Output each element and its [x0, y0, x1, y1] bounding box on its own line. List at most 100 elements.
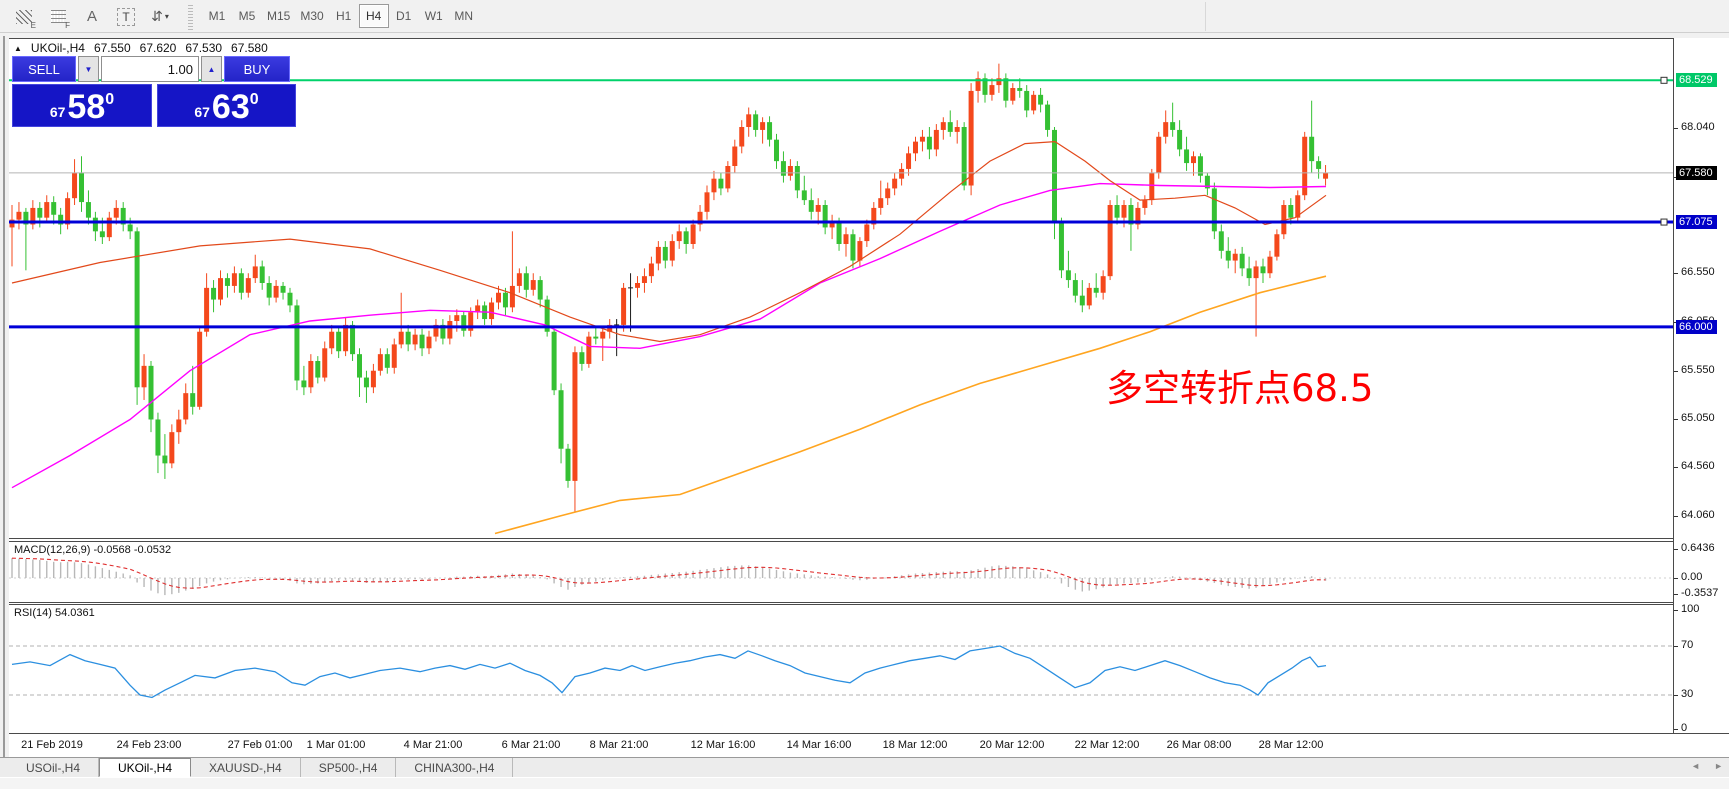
time-axis-label: 24 Feb 23:00 [117, 739, 182, 751]
chart-tab-usoilh4[interactable]: USOil-,H4 [8, 758, 99, 777]
price-axis-label-64.060: 64.060 [1681, 509, 1715, 521]
timeframe-button-m15[interactable]: M15 [262, 4, 295, 28]
time-axis-label: 26 Mar 08:00 [1167, 739, 1232, 751]
price-axis-label-65.050: 65.050 [1681, 412, 1715, 424]
chart-tab-bar: USOil-,H4UKOil-,H4XAUUSD-,H4SP500-,H4CHI… [0, 757, 1729, 777]
macd-axis-label-0.00-tick [1674, 578, 1678, 579]
macd-axis-label-0.6436-tick [1674, 549, 1678, 550]
macd-axis-label--0.3537: -0.3537 [1681, 587, 1718, 599]
rsi-indicator-canvas[interactable] [9, 605, 1673, 733]
chart-annotation[interactable]: 多空转折点68.5 [1106, 358, 1373, 412]
chart-tab-xauusdh4[interactable]: XAUUSD-,H4 [191, 758, 301, 777]
time-axis-label: 1 Mar 01:00 [307, 739, 366, 751]
price-axis-label-68.040: 68.040 [1681, 121, 1715, 133]
buy-price-prefix: 67 [194, 104, 210, 120]
time-axis-label: 21 Feb 2019 [21, 739, 83, 751]
one-click-trading-widget: SELL ▼ ▲ BUY 67 58 0 67 63 0 [12, 56, 296, 127]
timeframe-button-d1[interactable]: D1 [389, 4, 419, 28]
macd-label: MACD(12,26,9) -0.0568 -0.0532 [14, 544, 171, 556]
chart-symbol-label: UKOil-,H4 [31, 41, 85, 55]
timeframe-button-h4[interactable]: H4 [359, 4, 389, 28]
time-axis-label: 22 Mar 12:00 [1075, 739, 1140, 751]
sell-price-prefix: 67 [50, 104, 66, 120]
price-axis-label-65.550-tick [1674, 371, 1678, 372]
timeframe-toolbar: M1M5M15M30H1H4D1W1MN [202, 4, 479, 28]
price-axis-label-68.040-tick [1674, 128, 1678, 129]
time-axis-label: 4 Mar 21:00 [404, 739, 463, 751]
time-axis-label: 28 Mar 12:00 [1259, 739, 1324, 751]
time-axis-label: 12 Mar 16:00 [691, 739, 756, 751]
buy-price-big: 63 [212, 91, 250, 123]
tab-scroll-right-icon[interactable]: ► [1714, 761, 1723, 771]
price-axis-label-65.050-tick [1674, 419, 1678, 420]
time-axis-label: 18 Mar 12:00 [883, 739, 948, 751]
buy-button[interactable]: BUY [224, 56, 290, 82]
ohlc-open: 67.550 [94, 41, 131, 55]
level-price-badge-66.000: 66.000 [1676, 320, 1717, 334]
macd-axis-label-0.00: 0.00 [1681, 571, 1702, 583]
chart-tab-china300h4[interactable]: CHINA300-,H4 [396, 758, 513, 777]
timeframe-button-w1[interactable]: W1 [419, 4, 449, 28]
rsi-axis-label-30: 30 [1681, 688, 1693, 700]
macd-axis-label--0.3537-tick [1674, 594, 1678, 595]
trading-app-window: E F A T ⇵▾ M1M5M15M30H1H4D1W1MN 68.040 67… [0, 0, 1729, 789]
sell-button[interactable]: SELL [12, 56, 76, 82]
price-axis-label-64.060-tick [1674, 516, 1678, 517]
price-axis-label-66.550-tick [1674, 273, 1678, 274]
ohlc-close: 67.580 [231, 41, 268, 55]
time-axis[interactable]: 21 Feb 2019 24 Feb 23:00 27 Feb 01:00 1 Mar… [9, 734, 1729, 757]
timeframe-button-mn[interactable]: MN [449, 4, 479, 28]
price-axis[interactable]: 68.04067.54066.55066.05065.55065.05064.5… [1673, 38, 1729, 733]
macd-indicator-canvas[interactable] [9, 542, 1673, 602]
time-axis-label: 14 Mar 16:00 [787, 739, 852, 751]
chart-window-left-border [3, 36, 5, 757]
chart-header: ▲ UKOil-,H4 67.550 67.620 67.530 67.580 [14, 41, 268, 55]
timeframe-button-m1[interactable]: M1 [202, 4, 232, 28]
rsi-axis-label-100: 100 [1681, 603, 1699, 615]
arrows-tool-icon[interactable]: ⇵▾ [148, 5, 172, 29]
time-axis-label: 6 Mar 21:00 [502, 739, 561, 751]
buy-price-sup: 0 [250, 91, 259, 109]
top-toolbar: E F A T ⇵▾ M1M5M15M30H1H4D1W1MN [0, 0, 1729, 33]
rsi-axis-label-0-tick [1674, 729, 1678, 730]
rsi-axis-label-70-tick [1674, 646, 1678, 647]
timeframe-button-h1[interactable]: H1 [329, 4, 359, 28]
chart-tab-ukoilh4[interactable]: UKOil-,H4 [99, 758, 191, 777]
ohlc-low: 67.530 [185, 41, 222, 55]
ohlc-high: 67.620 [140, 41, 177, 55]
price-axis-label-64.560: 64.560 [1681, 460, 1715, 472]
text-label-icon[interactable]: A [80, 5, 104, 29]
tab-scroll-left-icon[interactable]: ◄ [1691, 761, 1700, 771]
level-price-badge-67.075: 67.075 [1676, 215, 1717, 229]
sell-quote-panel[interactable]: 67 58 0 [12, 84, 152, 127]
time-axis-label: 27 Feb 01:00 [228, 739, 293, 751]
rsi-axis-label-100-tick [1674, 610, 1678, 611]
time-axis-label: 8 Mar 21:00 [590, 739, 649, 751]
timeframe-button-m5[interactable]: M5 [232, 4, 262, 28]
timeframe-button-m30[interactable]: M30 [295, 4, 328, 28]
draw-fibo-grid-icon[interactable]: F [46, 5, 70, 29]
rsi-axis-label-30-tick [1674, 695, 1678, 696]
text-box-icon[interactable]: T [114, 5, 138, 29]
time-axis-label: 20 Mar 12:00 [980, 739, 1045, 751]
chart-tab-sp500h4[interactable]: SP500-,H4 [301, 758, 397, 777]
rsi-label: RSI(14) 54.0361 [14, 607, 95, 619]
volume-decrease-button[interactable]: ▼ [78, 56, 99, 82]
buy-quote-panel[interactable]: 67 63 0 [157, 84, 296, 127]
level-price-badge-68.529: 68.529 [1676, 73, 1717, 87]
toolbar-separator [188, 3, 193, 30]
collapse-triangle-icon[interactable]: ▲ [14, 44, 22, 53]
volume-input[interactable] [101, 56, 199, 82]
rsi-axis-label-70: 70 [1681, 639, 1693, 651]
status-bar [0, 777, 1729, 789]
toolbar-separator-2 [1205, 2, 1206, 31]
sell-price-sup: 0 [105, 91, 114, 109]
sell-price-big: 58 [67, 91, 105, 123]
current-price-badge: 67.580 [1676, 166, 1717, 180]
rsi-axis-label-0: 0 [1681, 722, 1687, 734]
draw-hatch-icon[interactable]: E [12, 5, 36, 29]
price-axis-label-66.550: 66.550 [1681, 266, 1715, 278]
price-axis-label-64.560-tick [1674, 467, 1678, 468]
chevron-down-icon: ▾ [165, 12, 169, 21]
volume-increase-button[interactable]: ▲ [201, 56, 222, 82]
